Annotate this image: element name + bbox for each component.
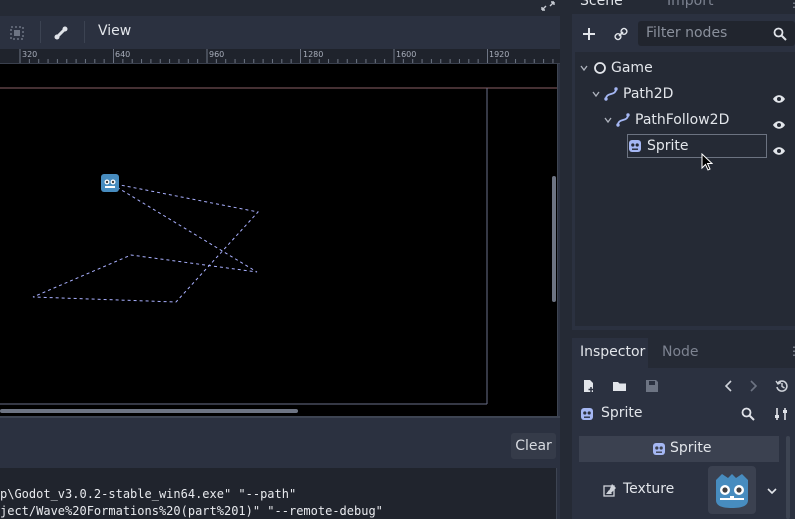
- ruler-label: 640: [115, 50, 131, 59]
- ruler-label: 960: [209, 50, 225, 59]
- viewport-toolbar: View: [0, 17, 560, 48]
- chevron-down-icon[interactable]: [592, 90, 600, 98]
- inspected-object-name[interactable]: Sprite: [601, 405, 643, 421]
- visibility-eye-icon[interactable]: [772, 89, 786, 103]
- ruler-label: 1600: [396, 50, 417, 59]
- canvas-viewport[interactable]: [0, 64, 558, 416]
- instance-scene-link-icon[interactable]: [612, 25, 630, 43]
- property-label: Texture: [623, 481, 675, 497]
- visibility-eye-icon[interactable]: [772, 141, 786, 155]
- inspector-section-header[interactable]: Sprite: [579, 436, 779, 462]
- ruler-ticks: [19, 49, 554, 63]
- new-resource-icon[interactable]: [580, 377, 598, 395]
- add-node-icon[interactable]: [580, 25, 598, 43]
- texture-preview[interactable]: [708, 466, 756, 514]
- output-log[interactable]: p\Godot_v3.0.2-stable_win64.exe" "--path…: [0, 468, 557, 519]
- open-folder-icon[interactable]: [611, 377, 629, 395]
- tab-scene[interactable]: Scene: [580, 0, 623, 9]
- path-curve[interactable]: [32, 182, 259, 303]
- node-circle-icon: [594, 62, 606, 74]
- editor-top-strip: [0, 0, 560, 16]
- texture-property-icon: [603, 482, 617, 498]
- snap-grid-icon[interactable]: [8, 24, 26, 42]
- dock-splitter-horizontal[interactable]: [572, 330, 795, 338]
- save-icon[interactable]: [643, 377, 661, 395]
- node-label: PathFollow2D: [635, 112, 730, 128]
- sprite-godot-icon[interactable]: [101, 174, 119, 192]
- vertical-scrollbar[interactable]: [552, 176, 556, 302]
- dock-splitter[interactable]: [560, 0, 572, 519]
- ruler-label: 1280: [303, 50, 324, 59]
- section-title: Sprite: [670, 440, 712, 456]
- tab-import[interactable]: Import: [667, 0, 713, 9]
- godot-logo-icon: [716, 474, 748, 508]
- clear-output-button[interactable]: Clear: [511, 433, 556, 459]
- tab-inspector[interactable]: Inspector: [580, 344, 645, 360]
- inspector-scrollbar[interactable]: [786, 436, 790, 519]
- object-properties-tools-icon[interactable]: [773, 406, 789, 422]
- chevron-down-icon[interactable]: [604, 116, 612, 124]
- sprite-icon: [629, 140, 641, 152]
- dock-menu-icon[interactable]: ⋮: [788, 0, 795, 10]
- output-header: [0, 426, 560, 466]
- search-icon: [772, 26, 788, 42]
- horizontal-scrollbar[interactable]: [0, 409, 298, 413]
- ruler-label: 320: [22, 50, 38, 59]
- search-property-icon[interactable]: [740, 406, 756, 422]
- log-line: ject/Wave%20Formations%20(part%201)" "--…: [0, 504, 383, 518]
- object-history-icon[interactable]: [773, 377, 791, 395]
- chevron-down-icon[interactable]: [765, 484, 779, 498]
- horizontal-ruler: 320 640 960 1280 1600 1920: [0, 49, 560, 64]
- tab-node[interactable]: Node: [662, 344, 699, 360]
- view-menu[interactable]: View: [98, 23, 131, 39]
- pathfollow2d-icon: [616, 113, 630, 127]
- visibility-eye-icon[interactable]: [772, 115, 786, 129]
- history-forward-icon[interactable]: [746, 377, 760, 395]
- distraction-free-toggle-icon[interactable]: [540, 0, 556, 12]
- viewport-border: [0, 416, 560, 418]
- mouse-cursor-icon: [701, 152, 714, 171]
- chevron-down-icon[interactable]: [580, 64, 588, 72]
- sprite-icon: [653, 443, 665, 455]
- node-label: Path2D: [623, 86, 674, 102]
- path2d-icon: [604, 87, 618, 101]
- scene-dock-tabs: Scene Import ⋮: [572, 0, 795, 14]
- bone-tool-icon[interactable]: [52, 24, 70, 42]
- history-back-icon[interactable]: [722, 377, 736, 395]
- dock-menu-icon[interactable]: ⋮: [788, 344, 795, 358]
- node-label: Game: [611, 60, 653, 76]
- ruler-label: 1920: [489, 50, 510, 59]
- node-label: Sprite: [647, 138, 689, 154]
- log-line: p\Godot_v3.0.2-stable_win64.exe" "--path…: [0, 487, 297, 501]
- sprite-icon: [580, 405, 596, 423]
